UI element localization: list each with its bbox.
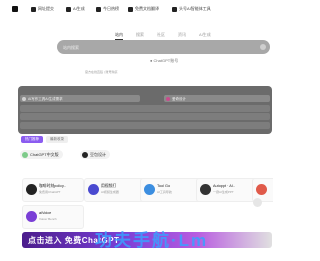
item-icon [22, 96, 26, 101]
avatar [88, 184, 99, 195]
search-placeholder: 站内搜索 [63, 45, 79, 50]
tool-card[interactable]: Autoppt · AI.. 一键AI生成PPT [196, 178, 258, 202]
pill-chatgpt[interactable]: ChatGPT中文版 [20, 150, 63, 159]
tag-latest[interactable]: 最新收录 [46, 136, 68, 143]
tag-recommended[interactable]: 热门推荐 [21, 136, 43, 143]
nav-item-ai[interactable]: AI生成 [66, 6, 85, 12]
nav-item-hot[interactable]: 今日热榜 [96, 6, 119, 12]
avatar [200, 184, 211, 195]
list-item[interactable] [20, 113, 270, 120]
search-icon[interactable] [260, 44, 266, 50]
tab-site[interactable]: 站内 [115, 32, 123, 40]
logo-icon[interactable] [12, 6, 18, 12]
pill-doubao[interactable]: 豆包设计 [80, 150, 110, 159]
tool-card[interactable]: 咖啡时刻policy.. 免费用ChatGPT [22, 178, 84, 202]
nav-item-translate[interactable]: 免费文档翻译 [128, 6, 159, 12]
chatgpt-hint[interactable]: ● ChatGPT账号 [150, 58, 178, 64]
list-item[interactable] [20, 105, 270, 112]
avatar [82, 151, 88, 158]
avatar [144, 184, 155, 195]
avatar [256, 184, 267, 195]
tool-card[interactable]: Tool Go AI工具导航 [140, 178, 202, 202]
nav-item-agent[interactable]: 头号AI智能体工具 [172, 6, 211, 12]
tool-card[interactable]: 用视频打 AI视频生成器 [84, 178, 146, 202]
nav-item-submit[interactable]: 网址提交 [31, 6, 54, 12]
hot-icon [96, 6, 101, 12]
avatar [22, 151, 28, 158]
submit-icon [31, 6, 36, 12]
watermark: 功夫手航·Lm [95, 231, 209, 250]
list-item[interactable]: 爱奇设计 [164, 95, 270, 102]
avatar [26, 211, 37, 222]
search-tabs: 站内 搜索 社区 资讯 AI生成 [115, 32, 211, 40]
list-item[interactable]: AI写作工具AI生成需求 [20, 95, 140, 102]
agent-icon [172, 6, 177, 12]
search-input[interactable]: 站内搜索 [57, 40, 270, 54]
list-item[interactable] [20, 122, 270, 129]
tab-search[interactable]: 搜索 [136, 32, 144, 40]
tab-news[interactable]: 资讯 [178, 32, 186, 40]
scroll-top-button[interactable] [253, 198, 262, 207]
tool-card[interactable]: aiVoice Voicer Bench [22, 205, 84, 229]
item-icon [166, 96, 170, 101]
ai-icon [66, 6, 71, 12]
avatar [26, 184, 37, 195]
quick-links-panel: AI写作工具AI生成需求 爱奇设计 [18, 86, 272, 134]
sub-hint: 官方在线直链 | 账号购买 [85, 70, 118, 74]
tab-community[interactable]: 社区 [157, 32, 165, 40]
translate-icon [128, 6, 133, 12]
tab-ai-generate[interactable]: AI生成 [199, 32, 211, 40]
